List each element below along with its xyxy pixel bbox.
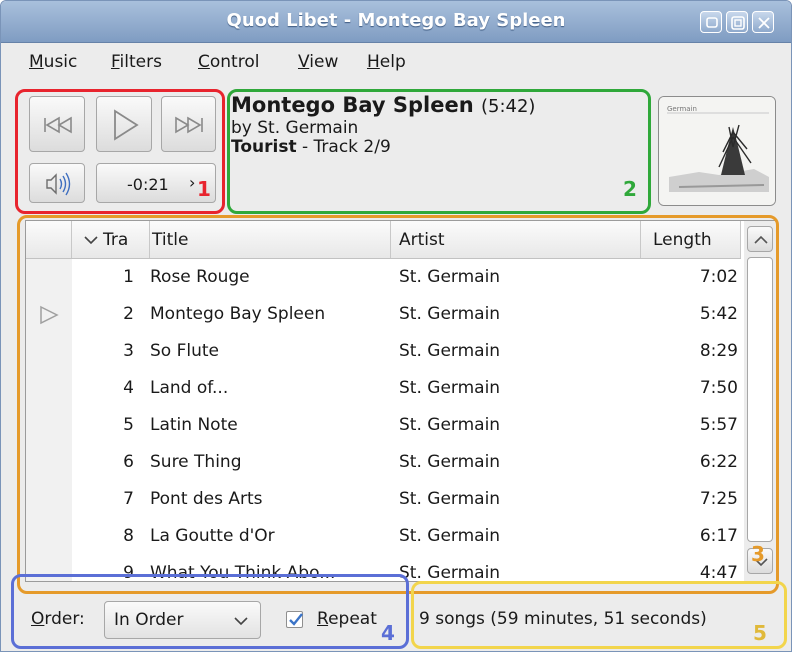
minimize-icon	[706, 17, 718, 28]
close-button[interactable]	[752, 11, 774, 33]
annotation-label-3: 3	[751, 542, 765, 566]
annotation-box-3	[17, 215, 779, 594]
maximize-icon	[731, 16, 745, 30]
annotation-label-2: 2	[623, 177, 637, 201]
minimize-button[interactable]	[700, 11, 722, 33]
annotation-label-4: 4	[381, 621, 395, 645]
annotation-box-4	[11, 574, 409, 649]
annotation-label-5: 5	[753, 621, 767, 645]
title-bar[interactable]: Quod Libet - Montego Bay Spleen	[1, 1, 791, 43]
maximize-button[interactable]	[726, 11, 748, 33]
close-icon	[758, 17, 770, 29]
menu-control[interactable]: Control	[198, 52, 259, 72]
annotation-label-1: 1	[197, 177, 211, 201]
album-cover[interactable]: Germain	[658, 96, 776, 206]
main-window: Quod Libet - Montego Bay Spleen Music Fi…	[0, 0, 792, 652]
annotation-box-2	[227, 89, 651, 214]
menu-help[interactable]: Help	[367, 52, 406, 72]
album-cover-image: Germain	[659, 97, 775, 205]
menu-view[interactable]: View	[298, 52, 338, 72]
annotation-box-1	[15, 89, 225, 214]
menu-music[interactable]: Music	[29, 52, 77, 72]
annotation-box-5	[411, 581, 787, 649]
album-cover-label: Germain	[667, 105, 697, 113]
menu-bar: Music Filters Control View Help	[1, 43, 791, 83]
menu-filters[interactable]: Filters	[111, 52, 162, 72]
window-title: Quod Libet - Montego Bay Spleen	[226, 10, 566, 31]
